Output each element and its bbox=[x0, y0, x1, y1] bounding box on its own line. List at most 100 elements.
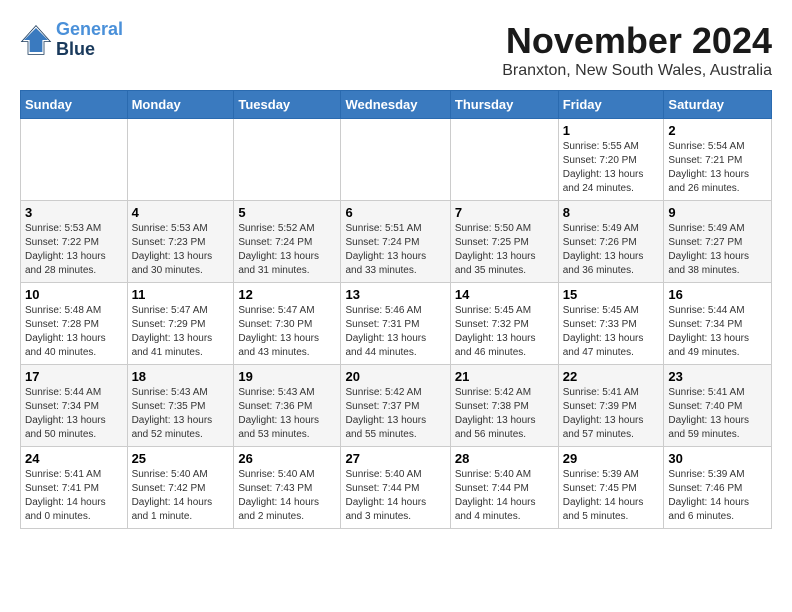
day-info: Sunrise: 5:50 AM Sunset: 7:25 PM Dayligh… bbox=[455, 222, 554, 278]
day-number: 9 bbox=[668, 205, 767, 220]
day-number: 13 bbox=[345, 287, 445, 302]
calendar-cell: 23 Sunrise: 5:41 AM Sunset: 7:40 PM Dayli… bbox=[664, 365, 772, 447]
day-info: Sunrise: 5:55 AM Sunset: 7:20 PM Dayligh… bbox=[563, 140, 660, 196]
calendar-cell: 9 Sunrise: 5:49 AM Sunset: 7:27 PM Daylig… bbox=[664, 201, 772, 283]
calendar-week-row: 17 Sunrise: 5:44 AM Sunset: 7:34 PM Dayli… bbox=[21, 365, 772, 447]
day-number: 12 bbox=[238, 287, 336, 302]
calendar-cell: 20 Sunrise: 5:42 AM Sunset: 7:37 PM Dayli… bbox=[341, 365, 450, 447]
day-info: Sunrise: 5:54 AM Sunset: 7:21 PM Dayligh… bbox=[668, 140, 767, 196]
day-info: Sunrise: 5:51 AM Sunset: 7:24 PM Dayligh… bbox=[345, 222, 445, 278]
day-info: Sunrise: 5:47 AM Sunset: 7:30 PM Dayligh… bbox=[238, 304, 336, 360]
calendar-cell: 6Sunrise: 5:51 AM Sunset: 7:24 PM Daylig… bbox=[341, 201, 450, 283]
day-info: Sunrise: 5:40 AM Sunset: 7:44 PM Dayligh… bbox=[455, 468, 554, 524]
calendar-cell: 10 Sunrise: 5:48 AM Sunset: 7:28 PM Dayli… bbox=[21, 283, 128, 365]
day-info: Sunrise: 5:41 AM Sunset: 7:41 PM Dayligh… bbox=[25, 468, 123, 524]
calendar-cell: 7 Sunrise: 5:50 AM Sunset: 7:25 PM Daylig… bbox=[450, 201, 558, 283]
day-info: Sunrise: 5:49 AM Sunset: 7:26 PM Dayligh… bbox=[563, 222, 660, 278]
day-number: 20 bbox=[345, 369, 445, 384]
calendar-week-row: 1 Sunrise: 5:55 AM Sunset: 7:20 PM Daylig… bbox=[21, 119, 772, 201]
calendar-cell: 1 Sunrise: 5:55 AM Sunset: 7:20 PM Daylig… bbox=[558, 119, 664, 201]
calendar-cell: 4Sunrise: 5:53 AM Sunset: 7:23 PM Daylig… bbox=[127, 201, 234, 283]
day-info: Sunrise: 5:39 AM Sunset: 7:45 PM Dayligh… bbox=[563, 468, 660, 524]
calendar-cell: 3 Sunrise: 5:53 AM Sunset: 7:22 PM Daylig… bbox=[21, 201, 128, 283]
calendar-cell: 16 Sunrise: 5:44 AM Sunset: 7:34 PM Dayli… bbox=[664, 283, 772, 365]
location-subtitle: Branxton, New South Wales, Australia bbox=[502, 62, 772, 80]
calendar-cell: 8 Sunrise: 5:49 AM Sunset: 7:26 PM Daylig… bbox=[558, 201, 664, 283]
day-number: 24 bbox=[25, 451, 123, 466]
day-number: 29 bbox=[563, 451, 660, 466]
calendar-cell: 28 Sunrise: 5:40 AM Sunset: 7:44 PM Dayli… bbox=[450, 447, 558, 529]
calendar-week-row: 24 Sunrise: 5:41 AM Sunset: 7:41 PM Dayli… bbox=[21, 447, 772, 529]
day-info: Sunrise: 5:39 AM Sunset: 7:46 PM Dayligh… bbox=[668, 468, 767, 524]
day-info: Sunrise: 5:43 AM Sunset: 7:35 PM Dayligh… bbox=[132, 386, 230, 442]
weekday-header-row: SundayMondayTuesdayWednesdayThursdayFrid… bbox=[21, 91, 772, 119]
day-info: Sunrise: 5:43 AM Sunset: 7:36 PM Dayligh… bbox=[238, 386, 336, 442]
day-number: 25 bbox=[132, 451, 230, 466]
calendar-cell bbox=[21, 119, 128, 201]
day-info: Sunrise: 5:44 AM Sunset: 7:34 PM Dayligh… bbox=[25, 386, 123, 442]
calendar-week-row: 10 Sunrise: 5:48 AM Sunset: 7:28 PM Dayli… bbox=[21, 283, 772, 365]
day-info: Sunrise: 5:42 AM Sunset: 7:38 PM Dayligh… bbox=[455, 386, 554, 442]
calendar-cell bbox=[341, 119, 450, 201]
logo: General Blue bbox=[20, 20, 123, 60]
day-number: 11 bbox=[132, 287, 230, 302]
calendar-cell: 27Sunrise: 5:40 AM Sunset: 7:44 PM Dayli… bbox=[341, 447, 450, 529]
logo-icon bbox=[20, 24, 52, 56]
calendar-cell: 30Sunrise: 5:39 AM Sunset: 7:46 PM Dayli… bbox=[664, 447, 772, 529]
weekday-header-wednesday: Wednesday bbox=[341, 91, 450, 119]
calendar-cell: 11 Sunrise: 5:47 AM Sunset: 7:29 PM Dayli… bbox=[127, 283, 234, 365]
calendar-cell: 26 Sunrise: 5:40 AM Sunset: 7:43 PM Dayli… bbox=[234, 447, 341, 529]
day-number: 10 bbox=[25, 287, 123, 302]
weekday-header-friday: Friday bbox=[558, 91, 664, 119]
day-info: Sunrise: 5:53 AM Sunset: 7:22 PM Dayligh… bbox=[25, 222, 123, 278]
day-info: Sunrise: 5:40 AM Sunset: 7:42 PM Dayligh… bbox=[132, 468, 230, 524]
calendar-cell: 15Sunrise: 5:45 AM Sunset: 7:33 PM Dayli… bbox=[558, 283, 664, 365]
day-number: 8 bbox=[563, 205, 660, 220]
calendar-cell: 17 Sunrise: 5:44 AM Sunset: 7:34 PM Dayli… bbox=[21, 365, 128, 447]
calendar-cell bbox=[450, 119, 558, 201]
calendar-cell: 22 Sunrise: 5:41 AM Sunset: 7:39 PM Dayli… bbox=[558, 365, 664, 447]
day-info: Sunrise: 5:47 AM Sunset: 7:29 PM Dayligh… bbox=[132, 304, 230, 360]
day-number: 7 bbox=[455, 205, 554, 220]
day-number: 19 bbox=[238, 369, 336, 384]
day-info: Sunrise: 5:48 AM Sunset: 7:28 PM Dayligh… bbox=[25, 304, 123, 360]
calendar-cell: 24 Sunrise: 5:41 AM Sunset: 7:41 PM Dayli… bbox=[21, 447, 128, 529]
day-info: Sunrise: 5:41 AM Sunset: 7:40 PM Dayligh… bbox=[668, 386, 767, 442]
calendar-cell: 13Sunrise: 5:46 AM Sunset: 7:31 PM Dayli… bbox=[341, 283, 450, 365]
day-number: 23 bbox=[668, 369, 767, 384]
weekday-header-saturday: Saturday bbox=[664, 91, 772, 119]
calendar-cell: 25 Sunrise: 5:40 AM Sunset: 7:42 PM Dayli… bbox=[127, 447, 234, 529]
day-info: Sunrise: 5:41 AM Sunset: 7:39 PM Dayligh… bbox=[563, 386, 660, 442]
calendar-cell: 14Sunrise: 5:45 AM Sunset: 7:32 PM Dayli… bbox=[450, 283, 558, 365]
day-info: Sunrise: 5:40 AM Sunset: 7:43 PM Dayligh… bbox=[238, 468, 336, 524]
day-number: 3 bbox=[25, 205, 123, 220]
day-number: 21 bbox=[455, 369, 554, 384]
day-number: 26 bbox=[238, 451, 336, 466]
calendar-cell: 21 Sunrise: 5:42 AM Sunset: 7:38 PM Dayli… bbox=[450, 365, 558, 447]
day-info: Sunrise: 5:40 AM Sunset: 7:44 PM Dayligh… bbox=[345, 468, 445, 524]
day-number: 28 bbox=[455, 451, 554, 466]
calendar-table: SundayMondayTuesdayWednesdayThursdayFrid… bbox=[20, 90, 772, 529]
calendar-cell bbox=[127, 119, 234, 201]
logo-text-blue: Blue bbox=[56, 40, 123, 60]
weekday-header-tuesday: Tuesday bbox=[234, 91, 341, 119]
day-number: 16 bbox=[668, 287, 767, 302]
header: General Blue November 2024 Branxton, New… bbox=[20, 20, 772, 80]
calendar-cell: 18 Sunrise: 5:43 AM Sunset: 7:35 PM Dayli… bbox=[127, 365, 234, 447]
calendar-cell: 29 Sunrise: 5:39 AM Sunset: 7:45 PM Dayli… bbox=[558, 447, 664, 529]
day-number: 1 bbox=[563, 123, 660, 138]
day-info: Sunrise: 5:44 AM Sunset: 7:34 PM Dayligh… bbox=[668, 304, 767, 360]
calendar-cell: 12 Sunrise: 5:47 AM Sunset: 7:30 PM Dayli… bbox=[234, 283, 341, 365]
day-number: 5 bbox=[238, 205, 336, 220]
day-number: 4 bbox=[132, 205, 230, 220]
day-info: Sunrise: 5:52 AM Sunset: 7:24 PM Dayligh… bbox=[238, 222, 336, 278]
day-info: Sunrise: 5:42 AM Sunset: 7:37 PM Dayligh… bbox=[345, 386, 445, 442]
day-number: 22 bbox=[563, 369, 660, 384]
day-number: 14 bbox=[455, 287, 554, 302]
day-info: Sunrise: 5:49 AM Sunset: 7:27 PM Dayligh… bbox=[668, 222, 767, 278]
calendar-week-row: 3 Sunrise: 5:53 AM Sunset: 7:22 PM Daylig… bbox=[21, 201, 772, 283]
day-number: 17 bbox=[25, 369, 123, 384]
weekday-header-sunday: Sunday bbox=[21, 91, 128, 119]
calendar-cell: 2Sunrise: 5:54 AM Sunset: 7:21 PM Daylig… bbox=[664, 119, 772, 201]
day-number: 18 bbox=[132, 369, 230, 384]
